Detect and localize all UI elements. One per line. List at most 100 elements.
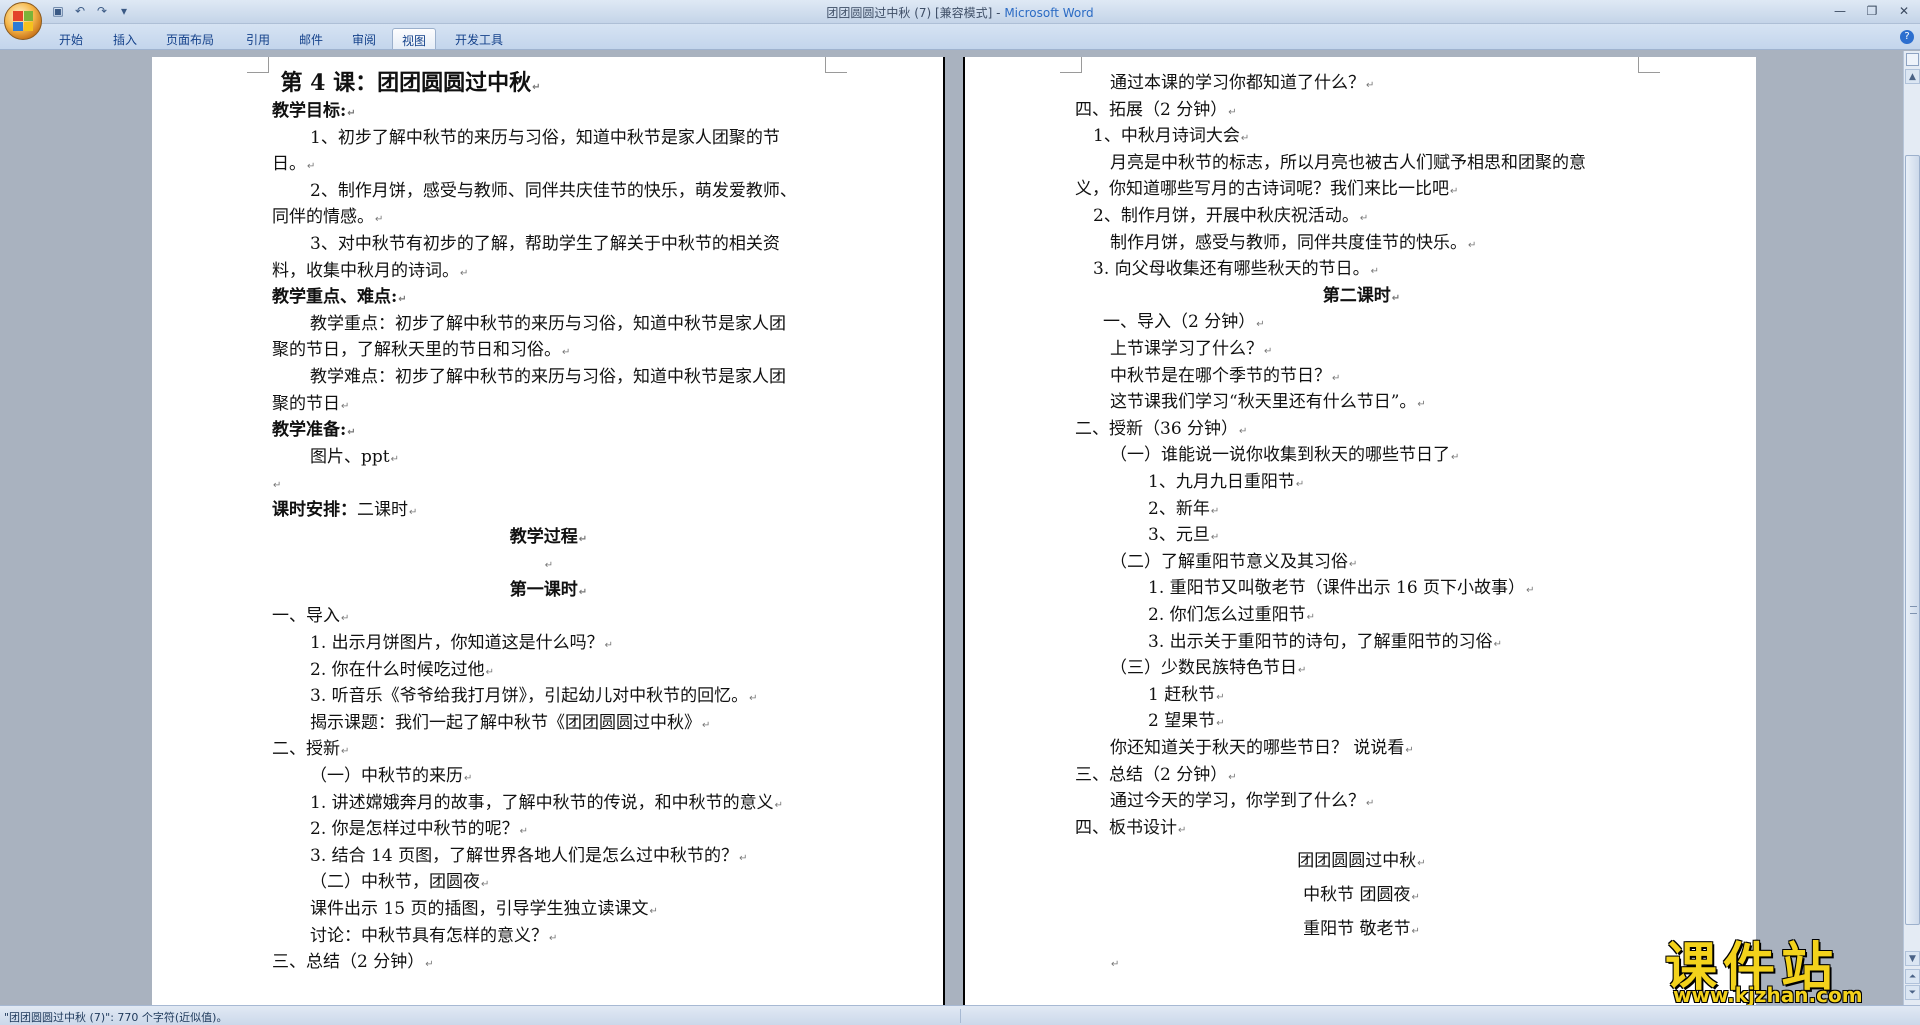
paragraph-mark-icon: ↵: [1210, 505, 1220, 517]
page-2-line: 2. 你们怎么过重阳节↵: [1148, 602, 1315, 628]
page-1-line: 课件出示 15 页的插图，引导学生独立读课文↵: [310, 896, 658, 922]
scrollbar-thumb[interactable]: [1905, 155, 1920, 925]
paragraph-text: 2. 你们怎么过重阳节: [1148, 605, 1306, 625]
paragraph-text: 1 赶秋节: [1148, 684, 1216, 705]
paragraph-text: 教学准备:: [272, 420, 347, 441]
page-2-line: 四、板书设计↵: [1075, 815, 1186, 841]
paragraph-mark-icon: ↵: [1391, 292, 1401, 304]
paragraph-mark-icon: ↵: [578, 533, 588, 545]
paragraph-text: （一）谁能说一说你收集到秋天的哪些节日了: [1110, 445, 1450, 466]
help-icon[interactable]: ?: [1900, 30, 1914, 44]
grip-icon: [1910, 606, 1917, 614]
tab-page-layout[interactable]: 页面布局: [157, 28, 223, 49]
document-page-1[interactable]: 第 4 课：团团圆圆过中秋↵ 教学目标:↵ 1、初步了解中秋节的来历与习俗，知道中秋…: [152, 57, 945, 1007]
paragraph-mark-icon: ↵: [341, 400, 350, 412]
scroll-up-icon[interactable]: ▲: [1905, 69, 1920, 84]
tab-review[interactable]: 审阅: [343, 28, 385, 49]
paragraph-mark-icon: ↵: [481, 879, 490, 891]
paragraph-mark-icon: ↵: [1417, 858, 1426, 870]
tab-mailings[interactable]: 邮件: [290, 28, 332, 49]
page-1-line: 3、对中秋节有初步的了解，帮助学生了解关于中秋节的相关资: [310, 231, 780, 257]
paragraph-mark-icon: ↵: [1239, 425, 1248, 437]
window-title-doc: 团团圆圆过中秋 (7) [兼容模式] -: [826, 6, 1005, 20]
paragraph-text: 教学重点、难点:: [272, 287, 398, 308]
crop-mark: [1638, 57, 1660, 73]
page-2-line: 3. 向父母收集还有哪些秋天的节日。↵: [1093, 256, 1379, 282]
page-1-line: （一）中秋节的来历↵: [310, 763, 472, 789]
paragraph-text: 1、九月九日重阳节: [1148, 472, 1295, 492]
next-page-icon[interactable]: ⏷: [1905, 985, 1920, 1000]
page-1-line: 一、导入↵: [272, 603, 349, 629]
page-1-line: 教学重点：初步了解中秋节的来历与习俗，知道中秋节是家人团: [310, 311, 786, 337]
page-1-line: 课时安排：二课时↵: [272, 497, 417, 523]
window-title-app: Microsoft Word: [1004, 6, 1094, 20]
page-2-line: 3. 出示关于重阳节的诗句，了解重阳节的习俗↵: [1148, 629, 1502, 655]
previous-page-icon[interactable]: ⏶: [1905, 969, 1920, 984]
tab-references[interactable]: 引用: [237, 28, 279, 49]
tab-home[interactable]: 开始: [50, 28, 92, 49]
tab-insert[interactable]: 插入: [104, 28, 146, 49]
paragraph-text: 义，你知道哪些写月的古诗词呢？我们来比一比吧: [1075, 179, 1449, 200]
paragraph-text: 二、授新: [272, 739, 340, 760]
paragraph-mark-icon: ↵: [1111, 959, 1120, 971]
tab-view[interactable]: 视图: [392, 28, 437, 49]
paragraph-text: 2、制作月饼，开展中秋庆祝活动。: [1093, 206, 1359, 226]
page-1-line: 二、授新↵: [272, 736, 349, 762]
page-2-line: 1. 重阳节又叫敬老节（课件出示 16 页下小故事）↵: [1148, 575, 1534, 601]
paragraph-mark-icon: ↵: [347, 427, 356, 439]
paragraph-text: 中秋节 团圆夜: [1303, 885, 1411, 905]
paragraph-mark-icon: ↵: [1450, 186, 1459, 198]
paragraph-text: （三）少数民族特色节日: [1110, 658, 1297, 679]
ruler-toggle-icon[interactable]: [1906, 53, 1919, 66]
paragraph-mark-icon: ↵: [604, 640, 614, 651]
tab-developer[interactable]: 开发工具: [446, 28, 512, 49]
status-word-count[interactable]: "团团圆圆过中秋 (7)": 770 个字符(近似值)。: [4, 1009, 227, 1025]
crop-mark: [825, 57, 847, 73]
paragraph-mark-icon: ↵: [1298, 665, 1307, 677]
window-controls: — ❐ ✕: [1830, 2, 1914, 20]
watermark-url: www.kjzhan.com: [1673, 983, 1863, 1007]
page-2-line: （一）谁能说一说你收集到秋天的哪些节日了↵: [1110, 442, 1459, 468]
paragraph-text: （一）中秋节的来历: [310, 766, 463, 786]
paragraph-mark-icon: ↵: [460, 267, 469, 279]
paragraph-mark-icon: ↵: [578, 586, 588, 598]
minimize-icon[interactable]: —: [1830, 2, 1850, 20]
page-2-line: 2、制作月饼，开展中秋庆祝活动。↵: [1093, 203, 1368, 229]
ribbon-tabs: 开始 插入 页面布局 引用 邮件 审阅 视图 开发工具 ?: [0, 24, 1920, 50]
paragraph-text: （二）了解重阳节意义及其习俗: [1110, 551, 1348, 572]
paragraph-text: 2. 你是怎样过中秋节的呢？: [310, 819, 519, 840]
paragraph-text: 1. 讲述嫦娥奔月的故事，了解中秋节的传说，和中秋节的意义: [310, 792, 774, 813]
paragraph-mark-icon: ↵: [1411, 892, 1420, 903]
paragraph-mark-icon: ↵: [1417, 399, 1426, 411]
paragraph-text: 3. 向父母收集还有哪些秋天的节日。: [1093, 259, 1370, 280]
paragraph-mark-icon: ↵: [1306, 612, 1316, 623]
page-2-line: 1、中秋月诗词大会↵: [1093, 123, 1249, 149]
paragraph-text: 1、中秋月诗词大会: [1093, 126, 1240, 147]
page-2-line: ↵: [1110, 949, 1119, 975]
page-1-line: 3. 结合 14 页图，了解世界各地人们是怎么过中秋节的？↵: [310, 843, 747, 869]
paragraph-text: 日。: [272, 154, 306, 175]
document-page-2[interactable]: 通过本课的学习你都知道了什么？↵ 四、拓展（2 分钟）↵ 1、中秋月诗词大会↵ 月亮是…: [963, 57, 1756, 1007]
paragraph-text: 1. 重阳节又叫敬老节（课件出示 16 页下小故事）: [1148, 578, 1526, 599]
office-button[interactable]: [4, 2, 42, 40]
vertical-scrollbar[interactable]: ▲ ▼ ⏶ ⏷: [1903, 51, 1920, 1005]
status-bar: "团团圆圆过中秋 (7)": 770 个字符(近似值)。: [0, 1005, 1920, 1025]
page-1-line: 1、初步了解中秋节的来历与习俗，知道中秋节是家人团聚的节: [310, 125, 780, 151]
paragraph-mark-icon: ↵: [1256, 319, 1265, 331]
paragraph-text: 2、制作月饼，感受与教师、同伴共庆佳节的快乐，萌发爱教师、: [310, 180, 797, 201]
paragraph-text: 课件出示 15 页的插图，引导学生独立读课文: [310, 899, 649, 919]
page-2-line: 三、总结（2 分钟）↵: [1075, 762, 1237, 788]
paragraph-text: 揭示课题：我们一起了解中秋节《团团圆圆过中秋》: [310, 712, 701, 733]
paragraph-mark-icon: ↵: [1366, 80, 1375, 91]
paragraph-text: 聚的节日: [272, 393, 340, 414]
close-icon[interactable]: ✕: [1894, 2, 1914, 20]
scroll-down-icon[interactable]: ▼: [1905, 951, 1920, 966]
page-1-line: 1. 讲述嫦娥奔月的故事，了解中秋节的传说，和中秋节的意义↵: [310, 790, 783, 816]
restore-icon[interactable]: ❐: [1862, 2, 1882, 20]
paragraph-mark-icon: ↵: [409, 507, 418, 518]
paragraph-text: 2. 你在什么时候吃过他: [310, 659, 485, 680]
paragraph-mark-icon: ↵: [739, 852, 748, 864]
paragraph-text: 聚的节日，了解秋天里的节日和习俗。: [272, 340, 561, 361]
paragraph-text: 教学目标:: [272, 101, 347, 121]
paragraph-mark-icon: ↵: [1228, 106, 1237, 118]
